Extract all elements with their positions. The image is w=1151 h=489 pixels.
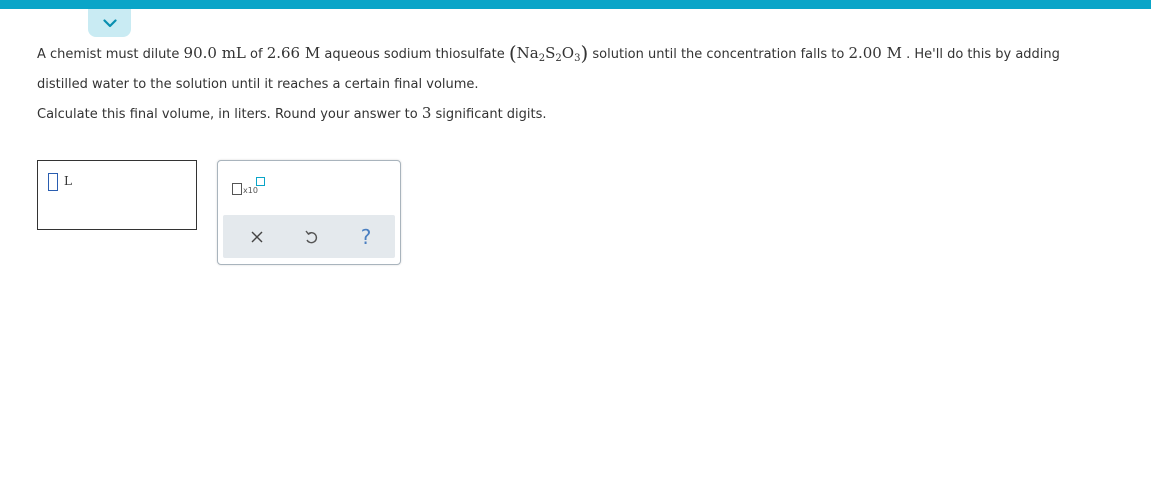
tool-action-bar: ?: [223, 215, 395, 258]
problem-text: of: [245, 47, 267, 62]
instruction-text: Calculate this final volume, in liters. …: [37, 107, 422, 122]
problem-text: aqueous sodium thiosulfate: [320, 47, 509, 62]
help-icon: ?: [360, 224, 372, 249]
undo-icon: [305, 230, 318, 243]
initial-volume: 90.0 mL: [183, 44, 246, 62]
final-concentration: 2.00 M: [848, 44, 902, 62]
problem-line-1: A chemist must dilute 90.0 mL of 2.66 M …: [37, 40, 1137, 72]
collapse-toggle-button[interactable]: [88, 9, 131, 37]
problem-text: solution until the concentration falls t…: [588, 47, 849, 62]
problem-line-2: distilled water to the solution until it…: [37, 77, 479, 92]
scientific-notation-button[interactable]: x10: [232, 177, 272, 203]
instruction: Calculate this final volume, in liters. …: [37, 100, 547, 128]
answer-unit: L: [64, 174, 72, 188]
sci-x10-label: x10: [243, 186, 258, 195]
formula-element: O: [561, 44, 575, 62]
math-tool-panel: x10 ?: [217, 160, 401, 265]
top-accent-bar: [0, 0, 1151, 9]
clear-button[interactable]: [237, 215, 277, 258]
close-icon: [251, 231, 263, 242]
instruction-text: significant digits.: [431, 107, 547, 122]
help-button[interactable]: ?: [346, 215, 386, 258]
chevron-down-icon: [102, 18, 117, 27]
significant-digits: 3: [421, 104, 432, 122]
sci-exponent-box: [256, 177, 265, 186]
undo-button[interactable]: [291, 215, 331, 258]
formula-element: S: [545, 44, 556, 62]
answer-input-slot[interactable]: [48, 173, 58, 191]
problem-statement: A chemist must dilute 90.0 mL of 2.66 M …: [37, 40, 1137, 98]
answer-input-box[interactable]: L: [37, 160, 197, 230]
problem-text: A chemist must dilute: [37, 47, 184, 62]
initial-concentration: 2.66 M: [266, 44, 321, 62]
formula-paren: (: [508, 41, 517, 65]
chemical-formula: (Na2S2O3): [508, 41, 588, 65]
problem-text: . He'll do this by adding: [901, 47, 1060, 62]
sci-base-box: [232, 183, 242, 195]
formula-element: Na: [516, 44, 539, 62]
